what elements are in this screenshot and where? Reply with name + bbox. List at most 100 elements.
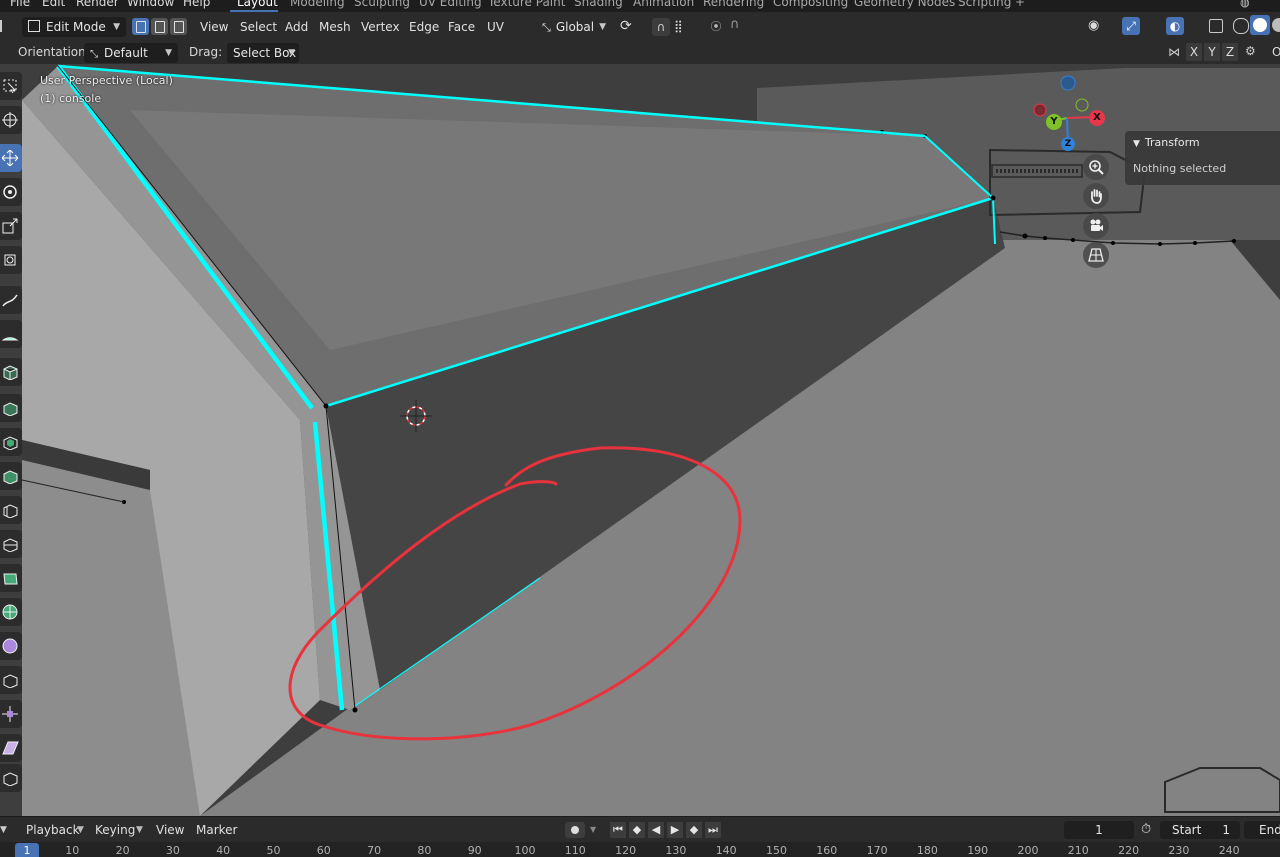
jump-to-keyframe-next-icon[interactable]: ◆ — [686, 822, 702, 838]
workspace-tab-modeling[interactable]: Modeling — [290, 0, 345, 9]
gizmo-axis-z[interactable]: Z — [1061, 137, 1075, 151]
shading-solid-icon[interactable] — [1250, 15, 1270, 35]
falloff-curve-icon[interactable]: ∩ — [730, 17, 740, 32]
jump-to-end-icon[interactable]: ⏭ — [705, 822, 721, 838]
add-cube-tool[interactable] — [0, 358, 22, 386]
timeline-editor-icon[interactable]: ▼ — [0, 825, 7, 835]
poly-build-tool[interactable] — [0, 564, 22, 592]
menu-help[interactable]: Help — [183, 0, 210, 9]
workspace-tab-geometry-nodes[interactable]: Geometry Nodes — [854, 0, 955, 9]
workspace-tab-layout[interactable]: Layout — [237, 0, 278, 9]
jump-to-keyframe-prev-icon[interactable]: ◆ — [629, 822, 645, 838]
start-frame-field[interactable]: Start 1 — [1160, 821, 1240, 839]
shading-material-icon[interactable] — [1272, 18, 1280, 32]
smooth-tool[interactable] — [0, 632, 22, 660]
snap-increment-icon[interactable]: ⣿ — [674, 19, 683, 33]
timeline-menu-view[interactable]: View — [156, 817, 184, 843]
options-label[interactable]: O — [1272, 45, 1280, 59]
transform-panel-header[interactable]: ▼ Transform — [1133, 136, 1200, 149]
play-reverse-icon[interactable]: ◀ — [648, 822, 664, 838]
header-menu-view[interactable]: View — [200, 12, 228, 42]
3d-viewport[interactable]: Y X Z User Perspective (Local) (1) conso… — [0, 64, 1280, 816]
edge-select-mode-button[interactable] — [151, 18, 168, 35]
current-frame-marker[interactable]: 1 — [15, 843, 39, 857]
extrude-tool[interactable] — [0, 394, 22, 422]
mode-dropdown[interactable]: Edit Mode ▼ — [22, 17, 126, 37]
workspace-tab-compositing[interactable]: Compositing — [773, 0, 848, 9]
proportional-edit-icon[interactable]: ⦿ — [707, 18, 725, 36]
header-menu-face[interactable]: Face — [448, 12, 475, 42]
toggle-perspective-button[interactable] — [1083, 242, 1109, 268]
overlays-icon[interactable]: ◐ — [1166, 17, 1184, 35]
move-tool[interactable] — [0, 144, 22, 172]
header-menu-edge[interactable]: Edge — [409, 12, 439, 42]
zoom-button[interactable] — [1083, 154, 1109, 180]
face-select-mode-button[interactable] — [170, 18, 187, 35]
timeline-menu-marker[interactable]: Marker — [196, 817, 237, 843]
scene-icon[interactable]: ◍ — [1240, 0, 1256, 10]
header-menu-uv[interactable]: UV — [487, 12, 504, 42]
edge-slide-tool[interactable] — [0, 666, 22, 694]
editor-type-icon[interactable] — [0, 20, 12, 32]
drag-dropdown[interactable]: Select Box ▼ — [227, 43, 299, 63]
xray-toggle-icon[interactable] — [1209, 19, 1223, 33]
mirror-icon[interactable]: ⋈ — [1168, 45, 1180, 59]
menu-edit[interactable]: Edit — [42, 0, 65, 9]
camera-view-button[interactable] — [1083, 213, 1109, 239]
pan-button[interactable] — [1083, 183, 1109, 209]
workspace-tab-animation[interactable]: Animation — [633, 0, 694, 9]
header-menu-mesh[interactable]: Mesh — [319, 12, 351, 42]
inset-tool[interactable] — [0, 428, 22, 456]
shrink-fatten-tool[interactable] — [0, 700, 22, 728]
workspace-tab-shading[interactable]: Shading — [574, 0, 623, 9]
spin-tool[interactable] — [0, 598, 22, 626]
visibility-eye-icon[interactable]: ◉ — [1088, 18, 1099, 33]
orientation-dropdown[interactable]: ⤡ Default ▼ — [84, 43, 178, 63]
add-workspace-button[interactable]: + — [1015, 0, 1025, 9]
header-menu-select[interactable]: Select — [240, 12, 277, 42]
mirror-z-toggle[interactable]: Z — [1222, 43, 1238, 61]
options-icon[interactable]: ⚙ — [1245, 44, 1256, 58]
workspace-tab-texture-paint[interactable]: Texture Paint — [488, 0, 565, 9]
play-icon[interactable]: ▶ — [667, 822, 683, 838]
end-frame-field[interactable]: End — [1244, 821, 1280, 839]
workspace-tab-scripting[interactable]: Scripting — [958, 0, 1011, 9]
transform-tool[interactable] — [0, 246, 22, 274]
cursor-tool[interactable] — [0, 106, 22, 134]
menu-window[interactable]: Window — [127, 0, 174, 9]
timeline-ruler[interactable]: 1 10 20 30 40 50 60 70 80 90 100 110 120 130 140 150 16… — [0, 842, 1280, 857]
workspace-tab-rendering[interactable]: Rendering — [703, 0, 764, 9]
select-box-tool[interactable] — [0, 72, 22, 100]
knife-tool[interactable] — [0, 530, 22, 558]
rip-region-tool[interactable] — [0, 764, 22, 792]
loop-cut-tool[interactable] — [0, 496, 22, 524]
timeline-menu-keying[interactable]: Keying — [95, 817, 135, 843]
workspace-tab-sculpting[interactable]: Sculpting — [354, 0, 410, 9]
vertex-select-mode-button[interactable] — [132, 18, 149, 35]
gizmo-axis-x[interactable]: X — [1089, 110, 1105, 126]
transform-orientation-dropdown[interactable]: ⤡ Global ▼ — [536, 17, 612, 37]
workspace-tab-uv-editing[interactable]: UV Editing — [419, 0, 482, 9]
current-frame-field[interactable]: 1 — [1064, 821, 1134, 839]
shear-tool[interactable] — [0, 734, 22, 762]
stopwatch-icon[interactable]: ⏱ — [1141, 822, 1151, 837]
menu-render[interactable]: Render — [76, 0, 119, 9]
mirror-y-toggle[interactable]: Y — [1204, 43, 1220, 61]
measure-tool[interactable] — [0, 320, 22, 348]
rotate-tool[interactable] — [0, 178, 22, 206]
scale-tool[interactable] — [0, 212, 22, 240]
jump-to-start-icon[interactable]: ⏮ — [610, 822, 626, 838]
menu-file[interactable]: File — [10, 0, 30, 9]
header-menu-vertex[interactable]: Vertex — [361, 12, 400, 42]
shading-wireframe-icon[interactable] — [1233, 18, 1249, 34]
timeline-menu-playback[interactable]: Playback — [26, 817, 80, 843]
bevel-tool[interactable] — [0, 462, 22, 490]
snap-magnet-icon[interactable]: ∩ — [652, 18, 670, 36]
pivot-point-icon[interactable]: ⟳ — [620, 18, 632, 34]
annotate-tool[interactable] — [0, 286, 22, 314]
gizmo-toggle-icon[interactable]: ⤢ — [1122, 17, 1140, 35]
auto-keying-record-icon[interactable] — [565, 822, 585, 838]
mirror-x-toggle[interactable]: X — [1186, 43, 1202, 61]
header-menu-add[interactable]: Add — [285, 12, 308, 42]
gizmo-axis-y[interactable]: Y — [1046, 114, 1062, 130]
